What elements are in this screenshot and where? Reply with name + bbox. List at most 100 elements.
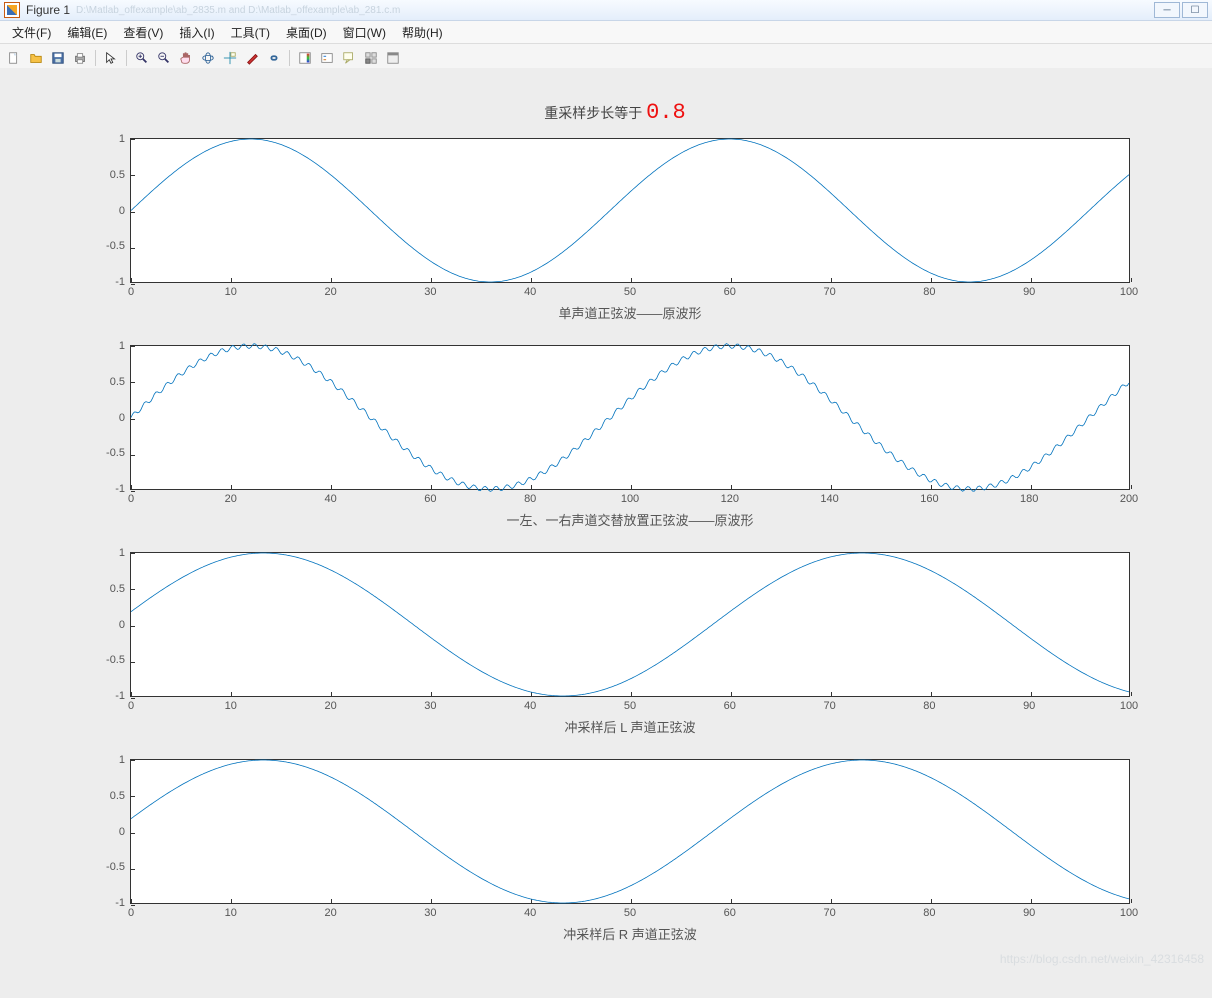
menu-item[interactable]: 插入(I) bbox=[171, 22, 222, 43]
xtick-label: 40 bbox=[524, 700, 536, 712]
figure-icon bbox=[4, 2, 20, 18]
ytick-mark bbox=[131, 905, 135, 906]
xtick-label: 90 bbox=[1023, 286, 1035, 298]
ytick-label: 1 bbox=[119, 754, 125, 766]
save-icon[interactable] bbox=[48, 48, 68, 68]
ytick-label: 0.5 bbox=[110, 376, 125, 388]
toolbar-separator bbox=[126, 50, 127, 66]
axes-4[interactable]: -1-0.500.510102030405060708090100 bbox=[130, 759, 1130, 904]
maximize-button[interactable]: ☐ bbox=[1182, 2, 1208, 18]
axes-3[interactable]: -1-0.500.510102030405060708090100 bbox=[130, 552, 1130, 697]
plot-line bbox=[131, 760, 1129, 903]
ytick-mark bbox=[131, 491, 135, 492]
xtick-label: 80 bbox=[923, 286, 935, 298]
xtick-label: 80 bbox=[923, 700, 935, 712]
menu-item[interactable]: 文件(F) bbox=[4, 22, 59, 43]
link-icon[interactable] bbox=[264, 48, 284, 68]
ytick-label: 0 bbox=[119, 205, 125, 217]
xtick-mark bbox=[1131, 692, 1132, 696]
zoom-out-icon[interactable] bbox=[154, 48, 174, 68]
xtick-mark bbox=[1131, 485, 1132, 489]
brush-icon[interactable] bbox=[242, 48, 262, 68]
xtick-label: 30 bbox=[424, 700, 436, 712]
menu-item[interactable]: 工具(T) bbox=[223, 22, 278, 43]
xtick-label: 80 bbox=[923, 907, 935, 919]
arrow-cursor-icon[interactable] bbox=[101, 48, 121, 68]
xtick-label: 100 bbox=[1120, 286, 1138, 298]
xtick-label: 70 bbox=[823, 286, 835, 298]
legend-icon[interactable] bbox=[317, 48, 337, 68]
axes-1[interactable]: -1-0.500.510102030405060708090100 bbox=[130, 138, 1130, 283]
ytick-label: -0.5 bbox=[106, 654, 125, 666]
title-value: 0.8 bbox=[646, 100, 686, 125]
ytick-label: -0.5 bbox=[106, 240, 125, 252]
xtick-label: 60 bbox=[724, 700, 736, 712]
window-titlebar: Figure 1 D:\Matlab_offexample\ab_2835.m … bbox=[0, 0, 1212, 21]
ytick-label: 0.5 bbox=[110, 169, 125, 181]
xtick-label: 200 bbox=[1120, 493, 1138, 505]
plot-line bbox=[131, 346, 1129, 489]
menu-item[interactable]: 窗口(W) bbox=[335, 22, 394, 43]
annotate-icon[interactable] bbox=[339, 48, 359, 68]
xtick-label: 10 bbox=[225, 700, 237, 712]
xtick-label: 40 bbox=[524, 286, 536, 298]
xtick-label: 20 bbox=[225, 493, 237, 505]
menu-item[interactable]: 查看(V) bbox=[115, 22, 171, 43]
ytick-label: 0 bbox=[119, 826, 125, 838]
xtick-label: 30 bbox=[424, 907, 436, 919]
ytick-label: -1 bbox=[115, 276, 125, 288]
dock-icon[interactable] bbox=[383, 48, 403, 68]
zoom-in-icon[interactable] bbox=[132, 48, 152, 68]
figure-canvas: 重采样步长等于 0.8 -1-0.500.5101020304050607080… bbox=[0, 68, 1212, 970]
axes-xlabel: 冲采样后 L 声道正弦波 bbox=[130, 717, 1130, 736]
rotate3d-icon[interactable] bbox=[198, 48, 218, 68]
menubar: 文件(F)编辑(E)查看(V)插入(I)工具(T)桌面(D)窗口(W)帮助(H) bbox=[0, 21, 1212, 44]
xtick-label: 100 bbox=[1120, 700, 1138, 712]
ytick-label: 0 bbox=[119, 619, 125, 631]
toolbar-separator bbox=[95, 50, 96, 66]
window-subtitle-blurred: D:\Matlab_offexample\ab_2835.m and D:\Ma… bbox=[76, 5, 1148, 16]
print-icon[interactable] bbox=[70, 48, 90, 68]
open-folder-icon[interactable] bbox=[26, 48, 46, 68]
xtick-label: 0 bbox=[128, 700, 134, 712]
xtick-label: 90 bbox=[1023, 907, 1035, 919]
ytick-label: -1 bbox=[115, 897, 125, 909]
data-cursor-icon[interactable] bbox=[220, 48, 240, 68]
axes-xlabel: 单声道正弦波——原波形 bbox=[130, 303, 1130, 322]
minimize-button[interactable]: ─ bbox=[1154, 2, 1180, 18]
xtick-label: 120 bbox=[721, 493, 739, 505]
axes-2[interactable]: -1-0.500.51020406080100120140160180200 bbox=[130, 345, 1130, 490]
xtick-label: 180 bbox=[1020, 493, 1038, 505]
xtick-label: 10 bbox=[225, 907, 237, 919]
xtick-label: 160 bbox=[920, 493, 938, 505]
grid-icon[interactable] bbox=[361, 48, 381, 68]
ytick-label: -1 bbox=[115, 690, 125, 702]
ytick-mark bbox=[131, 284, 135, 285]
ytick-label: -0.5 bbox=[106, 447, 125, 459]
plot-line bbox=[131, 553, 1129, 696]
xtick-label: 30 bbox=[424, 286, 436, 298]
xtick-label: 50 bbox=[624, 286, 636, 298]
plot-line bbox=[131, 139, 1129, 282]
xtick-label: 40 bbox=[524, 907, 536, 919]
xtick-label: 10 bbox=[225, 286, 237, 298]
ytick-label: -1 bbox=[115, 483, 125, 495]
xtick-mark bbox=[1131, 278, 1132, 282]
ytick-label: 0 bbox=[119, 412, 125, 424]
ytick-label: 0.5 bbox=[110, 583, 125, 595]
xtick-label: 0 bbox=[128, 493, 134, 505]
xtick-label: 20 bbox=[324, 286, 336, 298]
menu-item[interactable]: 桌面(D) bbox=[278, 22, 335, 43]
ytick-mark bbox=[131, 698, 135, 699]
title-prefix: 重采样步长等于 bbox=[544, 105, 646, 121]
xtick-label: 80 bbox=[524, 493, 536, 505]
menu-item[interactable]: 编辑(E) bbox=[59, 22, 115, 43]
colorbar-icon[interactable] bbox=[295, 48, 315, 68]
pan-hand-icon[interactable] bbox=[176, 48, 196, 68]
new-file-icon[interactable] bbox=[4, 48, 24, 68]
xtick-label: 140 bbox=[820, 493, 838, 505]
menu-item[interactable]: 帮助(H) bbox=[394, 22, 451, 43]
xtick-label: 50 bbox=[624, 700, 636, 712]
xtick-label: 100 bbox=[621, 493, 639, 505]
ytick-label: 1 bbox=[119, 133, 125, 145]
